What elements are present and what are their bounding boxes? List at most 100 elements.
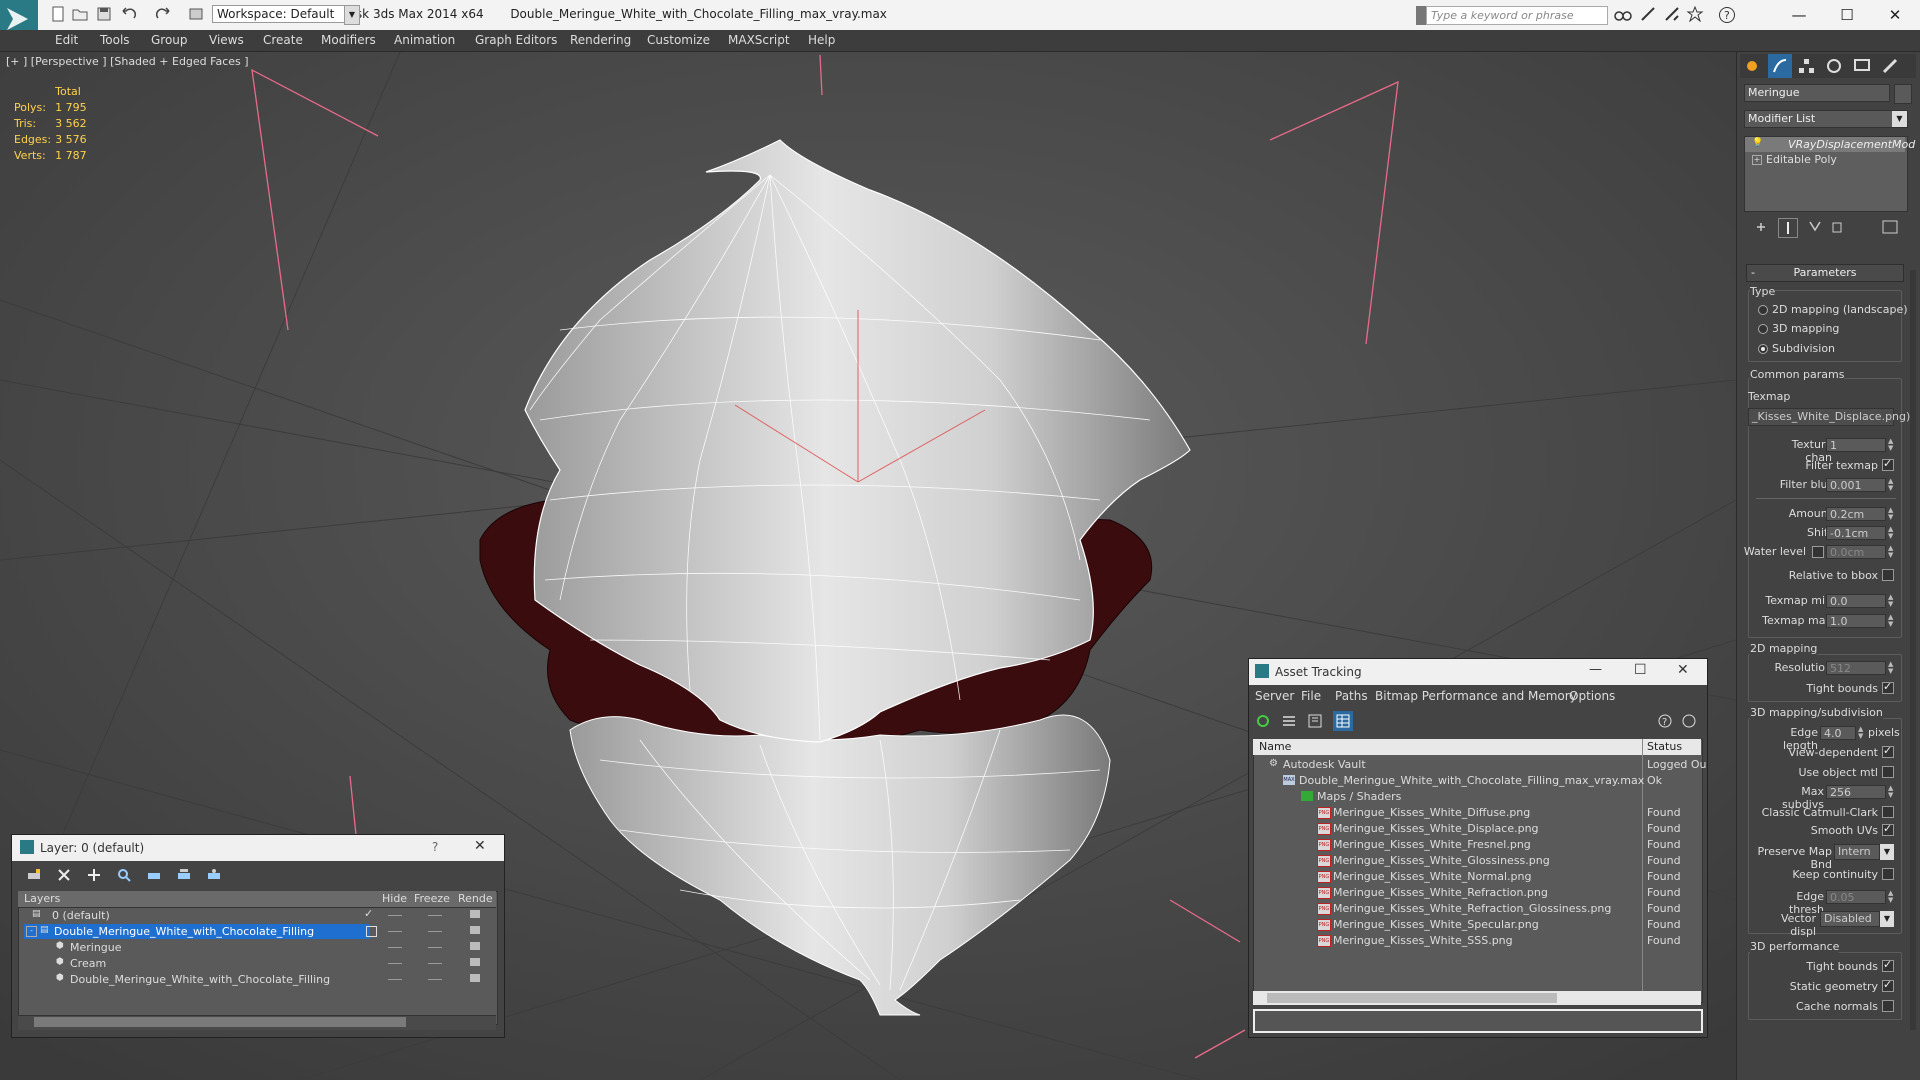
table-row[interactable]: 0 (default)	[52, 909, 110, 922]
use-object-mtl-checkbox[interactable]	[1882, 766, 1894, 778]
scrollbar-thumb[interactable]	[34, 1017, 406, 1027]
chevron-down-icon[interactable]: ▼	[344, 5, 360, 25]
command-panel-scrollbar[interactable]	[1910, 270, 1916, 1030]
column-header-layers[interactable]: Layers	[24, 892, 60, 905]
configure-sets-icon[interactable]	[1882, 220, 1898, 234]
texture-chan-field[interactable]: 1	[1826, 438, 1886, 452]
texmap-max-field[interactable]: 1.0	[1826, 614, 1886, 628]
project-folder-icon[interactable]	[188, 6, 206, 24]
static-geometry-checkbox[interactable]	[1882, 978, 1894, 992]
open-folder-icon[interactable]	[72, 6, 90, 24]
edge-length-field[interactable]: 4.0	[1820, 726, 1856, 740]
spinner-arrows-icon[interactable]: ▲ ▼	[1888, 507, 1896, 521]
close-button[interactable]: ✕	[1872, 4, 1918, 26]
stack-item-label[interactable]: Editable Poly	[1766, 153, 1837, 166]
texmap-button[interactable]: _Kisses_White_Displace.png)	[1748, 408, 1910, 426]
menu-animation[interactable]: Animation	[394, 33, 455, 47]
search-toggle-icon[interactable]	[1416, 6, 1426, 25]
column-header-status[interactable]: Status	[1647, 740, 1682, 753]
undo-icon[interactable]	[120, 6, 138, 24]
menu-tools[interactable]: Tools	[100, 33, 130, 47]
modify-tab-icon[interactable]	[1768, 54, 1792, 78]
spinner-arrows-icon[interactable]: ▲ ▼	[1888, 614, 1896, 628]
viewport-label[interactable]: [+ ] [Perspective ] [Shaded + Edged Face…	[6, 55, 249, 68]
perf-tight-checkbox[interactable]	[1882, 958, 1894, 972]
workspace-dropdown[interactable]: Workspace: Default	[212, 5, 350, 23]
tree-view-icon[interactable]	[1307, 713, 1323, 729]
context-help-icon[interactable]	[1681, 713, 1697, 729]
help-icon[interactable]: ?	[1657, 713, 1673, 729]
make-unique-icon[interactable]	[1808, 220, 1822, 234]
save-icon[interactable]	[96, 6, 114, 24]
parameters-rollout[interactable]: - Parameters	[1746, 264, 1904, 282]
column-header-render[interactable]: Rende	[458, 892, 493, 905]
favorites-star-icon[interactable]	[1686, 5, 1704, 24]
layer-dialog-titlebar[interactable]: Layer: 0 (default) ? ✕	[12, 835, 504, 861]
subscription-icon[interactable]	[1640, 6, 1658, 24]
add-to-layer-icon[interactable]	[86, 867, 102, 883]
asset-path-field[interactable]	[1253, 1009, 1703, 1033]
freeze-all-icon[interactable]	[206, 867, 222, 883]
spinner-arrows-icon[interactable]: ▲ ▼	[1888, 661, 1896, 675]
hide-toggles[interactable]	[388, 915, 402, 916]
utilities-tab-icon[interactable]	[1880, 56, 1902, 76]
spinner-arrows-icon[interactable]: ▲ ▼	[1888, 785, 1896, 799]
maximize-button[interactable]: ☐	[1824, 4, 1870, 26]
binoculars-icon[interactable]	[1614, 6, 1632, 24]
menu-paths[interactable]: Paths	[1335, 689, 1368, 703]
table-row[interactable]: Maps / Shaders	[1317, 790, 1401, 803]
texmap-min-field[interactable]: 0.0	[1826, 594, 1886, 608]
lightbulb-icon[interactable]: 💡	[1752, 138, 1763, 150]
cache-normals-checkbox[interactable]	[1882, 1000, 1894, 1012]
object-color-swatch[interactable]	[1894, 84, 1912, 104]
menu-customize[interactable]: Customize	[647, 33, 710, 47]
vector-displ-dropdown[interactable]: Disabled	[1820, 911, 1880, 927]
preserve-map-dropdown[interactable]: Intern	[1834, 844, 1880, 860]
menu-file[interactable]: File	[1301, 689, 1321, 703]
menu-views[interactable]: Views	[209, 33, 244, 47]
column-header-hide[interactable]: Hide	[382, 892, 407, 905]
delete-layer-icon[interactable]	[56, 867, 72, 883]
scrollbar-thumb[interactable]	[1267, 993, 1557, 1003]
water-level-checkbox[interactable]	[1812, 546, 1824, 558]
menu-maxscript[interactable]: MAXScript	[728, 33, 790, 47]
table-row[interactable]: Meringue_Kisses_White_Displace.png	[1333, 822, 1539, 835]
close-button[interactable]: ✕	[1677, 662, 1689, 678]
menu-server[interactable]: Server	[1255, 689, 1294, 703]
water-level-field[interactable]: 0.0cm	[1826, 545, 1886, 559]
highlight-layer-icon[interactable]	[146, 867, 162, 883]
refresh-icon[interactable]	[1255, 713, 1271, 729]
view-dependent-checkbox[interactable]	[1882, 744, 1894, 758]
smooth-uvs-checkbox[interactable]	[1882, 822, 1894, 836]
motion-tab-icon[interactable]	[1824, 56, 1846, 76]
edge-thresh-field[interactable]: 0.05	[1826, 890, 1886, 904]
table-row[interactable]: Double_Meringue_White_with_Chocolate_Fil…	[54, 925, 314, 938]
collapse-minus-icon[interactable]: -	[26, 926, 37, 937]
keep-continuity-checkbox[interactable]	[1882, 868, 1894, 880]
minimize-button[interactable]: —	[1776, 4, 1822, 26]
menu-graph-editors[interactable]: Graph Editors	[475, 33, 557, 47]
radio-subdivision[interactable]	[1758, 344, 1768, 354]
menu-create[interactable]: Create	[263, 33, 303, 47]
object-name-field[interactable]: Meringue	[1744, 84, 1890, 102]
menu-bitmap-performance[interactable]: Bitmap Performance and Memory	[1375, 689, 1577, 703]
menu-modifiers[interactable]: Modifiers	[321, 33, 376, 47]
help-button[interactable]: ?	[432, 840, 438, 854]
shift-field[interactable]: -0.1cm	[1826, 526, 1886, 540]
table-row[interactable]: Autodesk Vault	[1283, 758, 1366, 771]
table-row[interactable]: Meringue_Kisses_White_Normal.png	[1333, 870, 1531, 883]
tight-bounds-checkbox[interactable]	[1882, 680, 1894, 694]
spinner-arrows-icon[interactable]: ▲ ▼	[1888, 890, 1896, 904]
table-row[interactable]: Meringue_Kisses_White_Glossiness.png	[1333, 854, 1550, 867]
chevron-down-icon[interactable]: ▼	[1880, 844, 1894, 860]
table-view-icon[interactable]	[1333, 711, 1353, 731]
remove-modifier-icon[interactable]	[1830, 220, 1844, 234]
radio-3d-mapping[interactable]	[1758, 324, 1768, 334]
hierarchy-tab-icon[interactable]	[1796, 56, 1818, 76]
spinner-arrows-icon[interactable]: ▲ ▼	[1858, 726, 1866, 740]
spinner-arrows-icon[interactable]: ▲ ▼	[1888, 545, 1896, 559]
table-row[interactable]: Cream	[70, 957, 106, 970]
table-row[interactable]: Meringue_Kisses_White_Refraction_Glossin…	[1333, 902, 1611, 915]
menu-rendering[interactable]: Rendering	[570, 33, 631, 47]
relative-bbox-checkbox[interactable]	[1882, 569, 1894, 581]
